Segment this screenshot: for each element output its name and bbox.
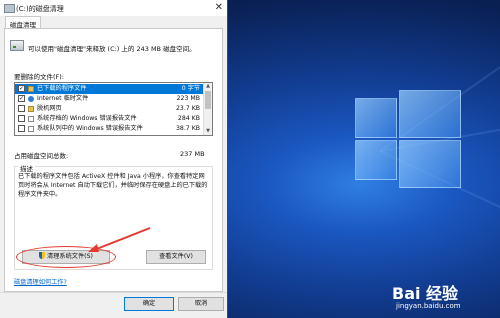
watermark: Bai 经验 jingyan.baidu.com	[392, 280, 496, 316]
watermark-url: jingyan.baidu.com	[396, 302, 461, 310]
windows-logo-pane	[399, 90, 461, 138]
windows-logo-pane	[399, 140, 461, 188]
watermark-logo: Bai 经验	[392, 284, 459, 303]
annotation-arrow-icon	[88, 227, 151, 252]
windows-logo-pane	[355, 98, 397, 138]
windows-logo-pane	[355, 140, 397, 180]
disk-cleanup-dialog: (C:)的磁盘清理 ✕ 磁盘清理 可以使用"磁盘清理"来释放 (C:) 上的 2…	[0, 0, 228, 318]
